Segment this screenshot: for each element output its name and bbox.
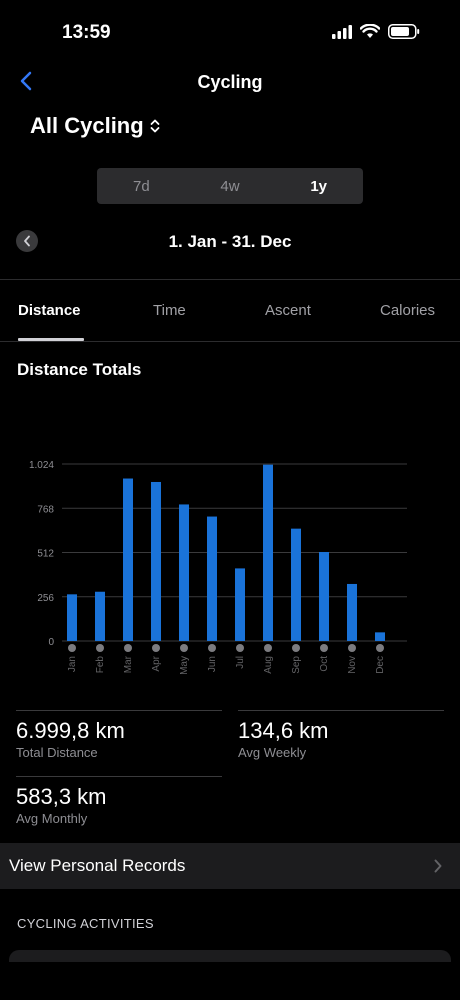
total-distance-label: Total Distance (16, 745, 98, 760)
tab-time[interactable]: Time (153, 302, 186, 319)
x-tick-label: May (179, 656, 190, 675)
chart-bar (263, 464, 273, 641)
avg-monthly-label: Avg Monthly (16, 811, 88, 826)
y-tick-label: 256 (37, 593, 54, 604)
y-tick-label: 0 (48, 637, 54, 648)
distance-bar-chart: 0 256 512 768 1.024 Jan Feb Mar Apr May Jun Jul Aug S… (29, 460, 407, 675)
chart-bar (235, 568, 245, 641)
x-axis-marker (264, 644, 272, 652)
segment-7d[interactable]: 7d (97, 168, 186, 204)
period-segmented-control: 7d 4w 1y (97, 168, 363, 204)
activity-type-selector[interactable]: All Cycling (30, 113, 160, 139)
divider (16, 710, 222, 711)
x-tick-label: Nov (347, 656, 358, 674)
chart-bar (375, 632, 385, 641)
segment-1y[interactable]: 1y (274, 168, 363, 204)
x-axis-marker (68, 644, 76, 652)
x-axis-marker (292, 644, 300, 652)
battery-icon (388, 24, 420, 39)
divider (238, 710, 444, 711)
divider (0, 341, 460, 342)
tab-calories[interactable]: Calories (380, 302, 435, 319)
x-axis-marker (208, 644, 216, 652)
y-tick-label: 768 (37, 504, 54, 515)
chart-bar (67, 594, 77, 641)
tab-distance[interactable]: Distance (18, 302, 81, 319)
x-tick-label: Jul (235, 656, 246, 669)
chart-bar (347, 583, 357, 641)
bottom-edge (0, 962, 460, 1000)
x-tick-label: Feb (95, 656, 106, 674)
avg-weekly-label: Avg Weekly (238, 745, 307, 760)
x-axis-marker (376, 644, 384, 652)
chart-bar (95, 591, 105, 641)
section-title: Distance Totals (17, 360, 142, 379)
x-axis-marker (348, 644, 356, 652)
chart-bar (319, 551, 329, 641)
chart-bar (151, 481, 161, 641)
x-tick-label: Jun (207, 656, 218, 672)
view-personal-records-label: View Personal Records (9, 856, 186, 875)
y-tick-label: 512 (37, 549, 54, 560)
chart-bar (207, 516, 217, 641)
x-tick-label: Oct (319, 656, 330, 672)
x-tick-label: Apr (151, 655, 162, 671)
x-tick-label: Dec (375, 656, 386, 674)
chevron-right-icon (434, 859, 442, 873)
cellular-signal-icon (332, 24, 352, 39)
x-tick-label: Aug (263, 656, 274, 674)
x-tick-label: Sep (291, 656, 302, 674)
chevron-up-down-icon (150, 119, 160, 133)
x-tick-label: Mar (123, 655, 134, 673)
x-axis-marker (236, 644, 244, 652)
x-axis-marker (152, 644, 160, 652)
wifi-icon (360, 24, 380, 38)
segment-4w[interactable]: 4w (186, 168, 275, 204)
page-title: Cycling (197, 72, 263, 92)
divider (0, 279, 460, 280)
x-axis-marker (124, 644, 132, 652)
date-range-label: 1. Jan - 31. Dec (168, 232, 292, 251)
x-axis-marker (180, 644, 188, 652)
cycling-activities-header: CYCLING ACTIVITIES (17, 916, 154, 931)
y-tick-label: 1.024 (29, 460, 54, 471)
activity-type-label: All Cycling (30, 113, 144, 138)
total-distance-value: 6.999,8 km (16, 718, 125, 743)
chart-bar (179, 504, 189, 641)
divider (16, 776, 222, 777)
chart-bar (123, 478, 133, 641)
x-tick-label: Jan (67, 656, 78, 672)
status-time: 13:59 (62, 22, 111, 43)
avg-monthly-value: 583,3 km (16, 784, 107, 809)
view-personal-records-button[interactable]: View Personal Records (0, 843, 460, 889)
chart-bar (291, 528, 301, 641)
status-icons (332, 24, 420, 39)
x-axis-marker (96, 644, 104, 652)
x-axis-marker (320, 644, 328, 652)
tab-ascent[interactable]: Ascent (265, 302, 311, 319)
avg-weekly-value: 134,6 km (238, 718, 329, 743)
